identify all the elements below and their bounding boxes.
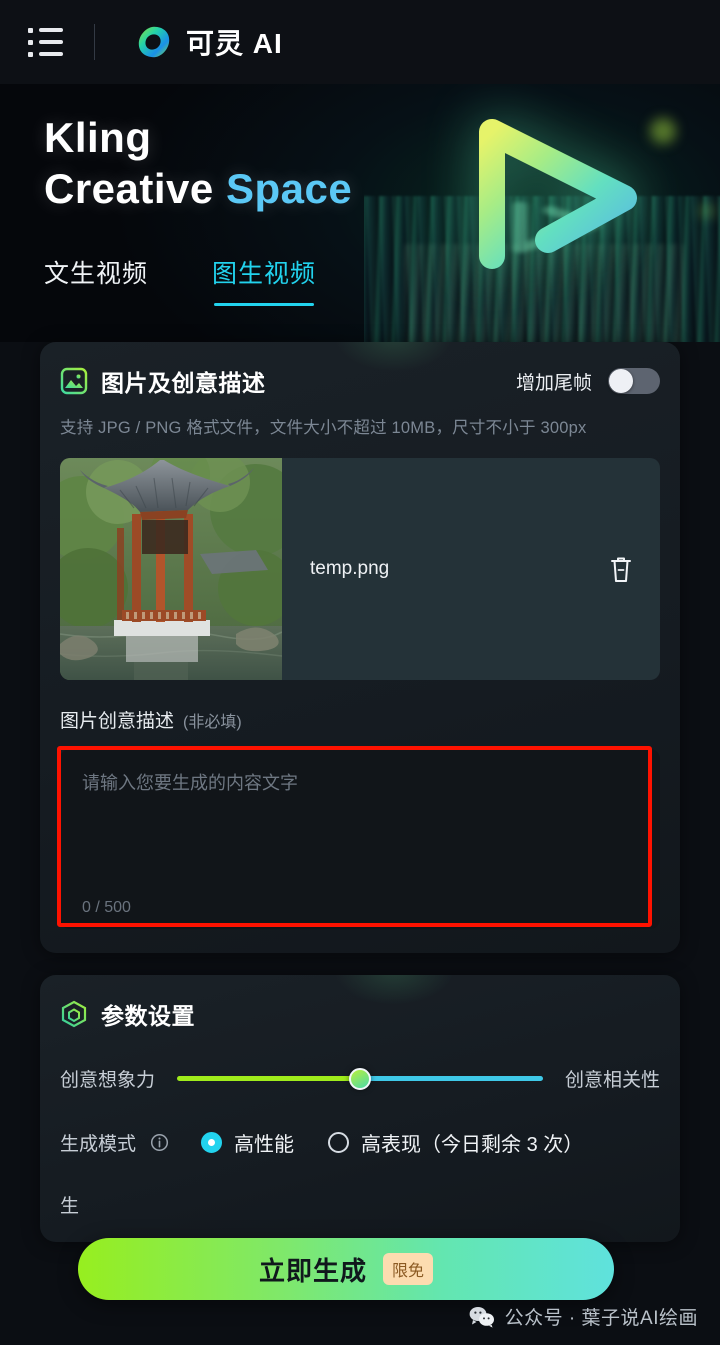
generation-mode-label: 生成模式: [60, 1134, 137, 1155]
tab-label: 文生视频: [44, 260, 149, 288]
slider-right-label: 创意相关性: [564, 1070, 660, 1091]
brand-name: 可灵 AI: [186, 28, 283, 59]
parameter-settings-card: 参数设置 创意想象力 创意相关性 生成模式 高性能 高表现（今日剩余 3 次） …: [40, 975, 680, 1242]
brand-logo-group[interactable]: 可灵 AI: [135, 22, 283, 62]
watermark: 公众号 · 葉子说AI绘画: [469, 1303, 698, 1330]
upload-hint: 支持 JPG / PNG 格式文件，文件大小不超过 10MB，尺寸不小于 300…: [60, 419, 587, 437]
prompt-textarea-wrap: 请输入您要生成的内容文字 0 / 500: [57, 746, 660, 929]
header-divider: [94, 24, 95, 60]
hero-line-2-text: Creative: [44, 165, 226, 213]
card-title: 图片及创意描述: [101, 370, 266, 396]
tab-image-to-video[interactable]: 图生视频: [212, 254, 316, 306]
radio-selected: [201, 1132, 223, 1153]
image-and-prompt-card: 图片及创意描述 增加尾帧 支持 JPG / PNG 格式文件，文件大小不超过 1…: [40, 342, 680, 953]
app-header: 可灵 AI: [0, 0, 720, 84]
mode-option-label: 高表现（今日剩余 3 次）: [361, 1134, 584, 1156]
hero-title: Kling Creative Space: [44, 112, 352, 214]
hero-accent-word: Space: [225, 165, 353, 213]
tab-active-underline: [214, 303, 315, 306]
tab-text-to-video[interactable]: 文生视频: [44, 254, 148, 306]
switch-knob: [609, 369, 633, 393]
prompt-label: 图片创意描述: [60, 711, 175, 732]
glowing-play-triangle-graphic: [364, 84, 720, 342]
kling-ai-app: 可灵 AI Kling Creative Space 文生视频 图生视频 图片及…: [0, 0, 720, 1345]
hero-line-1: Kling: [44, 114, 152, 161]
menu-row: [28, 39, 68, 45]
prompt-char-counter: 0 / 500: [82, 899, 131, 916]
slider-left-label: 创意想象力: [60, 1070, 156, 1091]
image-picture-icon: [60, 367, 88, 395]
menu-row: [28, 51, 68, 57]
limited-free-badge: 限免: [383, 1253, 434, 1285]
mode-tabs: 文生视频 图生视频: [44, 254, 316, 306]
list-menu-icon[interactable]: [28, 25, 68, 59]
prompt-placeholder: 请输入您要生成的内容文字: [82, 773, 298, 793]
radio-unselected: [328, 1132, 350, 1153]
generation-mode-options: 高性能 高表现（今日剩余 3 次）: [201, 1128, 583, 1157]
prompt-textarea[interactable]: 请输入您要生成的内容文字 0 / 500: [60, 749, 660, 929]
hero-banner: Kling Creative Space 文生视频 图生视频: [0, 84, 720, 342]
slider-thumb[interactable]: [349, 1067, 371, 1090]
uploaded-file-row: temp.png: [60, 458, 660, 680]
chinese-garden-pavilion-photo: [60, 458, 282, 680]
tail-frame-switch[interactable]: [608, 368, 660, 394]
tail-frame-toggle-group: 增加尾帧: [516, 368, 660, 395]
file-meta: temp.png: [282, 458, 660, 680]
slider-track-left: [177, 1076, 360, 1081]
uploaded-image-thumbnail[interactable]: [60, 458, 282, 680]
obscured-param-row: 生: [60, 1196, 80, 1217]
tab-label: 图生视频: [212, 260, 317, 288]
mode-option-high-performance[interactable]: 高性能: [201, 1128, 294, 1157]
kling-logo-icon: [138, 26, 170, 58]
play-triangle-shape: [479, 119, 637, 269]
main-content: 图片及创意描述 增加尾帧 支持 JPG / PNG 格式文件，文件大小不超过 1…: [0, 342, 720, 1242]
file-name: temp.png: [310, 558, 390, 579]
creativity-slider[interactable]: [177, 1067, 543, 1090]
hexagon-settings-icon: [61, 1000, 87, 1028]
generate-button[interactable]: 立即生成 限免: [78, 1238, 614, 1300]
generation-mode-row: 生成模式 高性能 高表现（今日剩余 3 次）: [60, 1128, 660, 1157]
imagination-slider-row: 创意想象力 创意相关性: [60, 1065, 660, 1092]
prompt-optional-tag: (非必填): [183, 714, 242, 731]
params-title-group: 参数设置: [60, 997, 660, 1031]
mode-option-high-quality[interactable]: 高表现（今日剩余 3 次）: [328, 1128, 583, 1157]
params-title: 参数设置: [101, 1003, 195, 1029]
mode-option-label: 高性能: [234, 1134, 295, 1156]
hero-line-2: Creative Space: [44, 163, 352, 214]
watermark-text: 公众号 · 葉子说AI绘画: [504, 1308, 698, 1329]
card-header: 图片及创意描述 增加尾帧: [60, 364, 660, 398]
wechat-icon: [469, 1306, 494, 1328]
tail-frame-label: 增加尾帧: [515, 372, 592, 394]
generate-button-label: 立即生成: [258, 1255, 367, 1286]
trash-icon[interactable]: [608, 554, 634, 584]
menu-row: [28, 27, 68, 33]
card-title-group: 图片及创意描述: [60, 364, 266, 398]
prompt-label-row: 图片创意描述 (非必填): [60, 706, 660, 733]
slider-track-right: [360, 1076, 543, 1081]
info-circle-icon[interactable]: [150, 1133, 169, 1152]
